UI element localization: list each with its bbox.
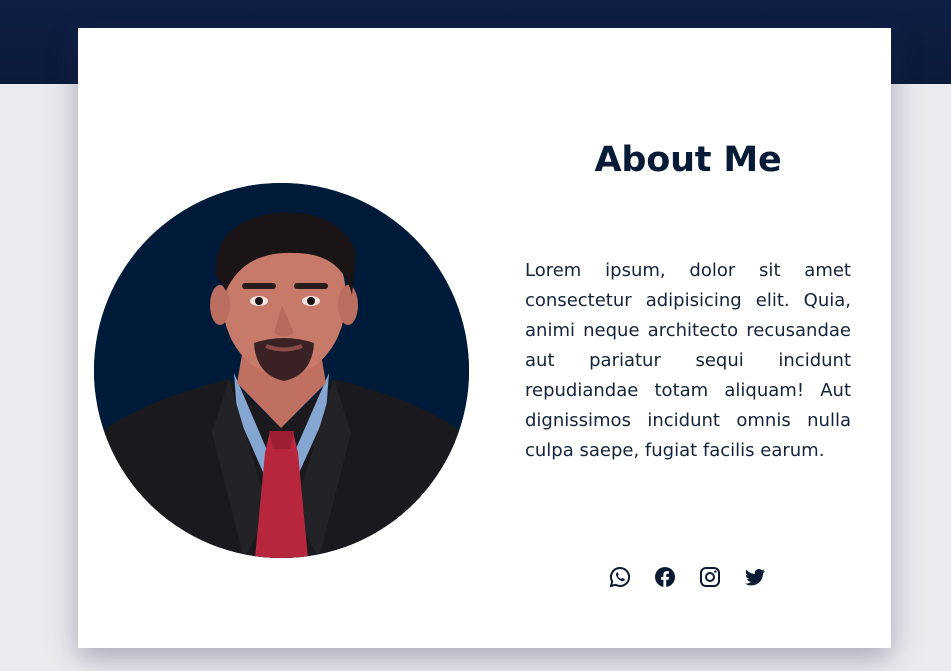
whatsapp-icon <box>609 566 631 588</box>
facebook-link[interactable] <box>653 565 677 589</box>
social-links <box>608 565 767 589</box>
facebook-icon <box>655 567 675 587</box>
page-title: About Me <box>594 140 782 180</box>
instagram-icon <box>700 567 720 587</box>
twitter-link[interactable] <box>743 565 767 589</box>
about-card: About Me Lorem ipsum, dolor sit amet con… <box>78 28 891 648</box>
profile-photo <box>94 183 469 558</box>
twitter-icon <box>745 568 765 586</box>
instagram-link[interactable] <box>698 565 722 589</box>
whatsapp-link[interactable] <box>608 565 632 589</box>
bio-text: Lorem ipsum, dolor sit amet consectetur … <box>525 260 851 461</box>
